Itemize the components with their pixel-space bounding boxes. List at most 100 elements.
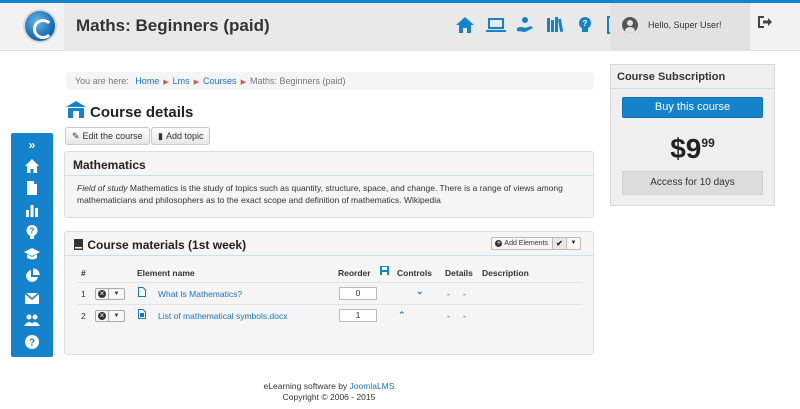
col-name: Element name — [137, 268, 195, 278]
course-title-bar: Maths: Beginners (paid) ? — [64, 3, 658, 51]
breadcrumb-separator: ▶ — [163, 79, 169, 86]
topic-title: Mathematics — [65, 152, 593, 176]
divider — [611, 88, 774, 89]
home-icon[interactable] — [455, 15, 475, 35]
breadcrumb-prefix: You are here: — [75, 76, 129, 86]
price-main: $9 — [670, 133, 702, 164]
row-description: - — [463, 289, 466, 299]
footer: eLearning software by JoomlaLMS Copyrigh… — [64, 381, 594, 403]
books-icon[interactable] — [545, 15, 565, 35]
breadcrumb-current: Maths: Beginners (paid) — [249, 76, 346, 86]
chevron-down-icon[interactable]: ▼ — [109, 288, 125, 300]
col-description: Description — [482, 268, 529, 278]
col-details: Details — [445, 268, 473, 278]
buy-course-button[interactable]: Buy this course — [622, 97, 763, 118]
footer-link[interactable]: JoomlaLMS — [350, 381, 395, 391]
save-order-icon[interactable] — [380, 266, 389, 277]
lightbulb-icon[interactable]: ? — [575, 15, 595, 35]
materials-title: Course materials (1st week) — [87, 238, 247, 252]
book-icon: ▮ — [158, 131, 163, 141]
footer-credit-text: eLearning software by — [263, 381, 350, 391]
table-header-row: # Element name Reorder Controls Details … — [77, 262, 583, 282]
sidebar: » ? ? — [11, 133, 53, 357]
chart-icon[interactable] — [24, 202, 40, 218]
table-row: 1 ▼ What Is Mathematics? 0 ⌄ - - — [77, 282, 583, 304]
topic-description-text: Mathematics is the study of topics such … — [77, 183, 563, 205]
logout-icon[interactable] — [757, 15, 773, 32]
subscription-title: Course Subscription — [617, 71, 726, 83]
col-controls: Controls — [397, 268, 432, 278]
pie-chart-icon[interactable] — [24, 268, 40, 284]
add-elements-label: Add Elements — [504, 240, 548, 247]
add-elements-button[interactable]: + Add Elements — [491, 237, 553, 250]
svg-text:?: ? — [29, 338, 35, 349]
home-icon[interactable] — [24, 158, 40, 174]
row-actions: ▼ — [95, 310, 125, 322]
plus-icon: + — [495, 240, 503, 247]
element-link[interactable]: List of mathematical symbols.docx — [158, 311, 287, 321]
col-reorder: Reorder — [338, 268, 371, 278]
svg-text:?: ? — [583, 19, 588, 28]
price-cents: 99 — [701, 136, 715, 150]
document-icon[interactable] — [24, 180, 40, 196]
logo[interactable] — [23, 9, 57, 43]
materials-panel: Course materials (1st week) + Add Element… — [64, 231, 594, 355]
materials-header: Course materials (1st week) + Add Element… — [65, 232, 593, 256]
breadcrumb: You are here: Home ▶ Lms ▶ Courses ▶ Maths: Be… — [66, 72, 594, 90]
edit-course-button[interactable]: ✎ Edit the course — [65, 127, 150, 145]
chevron-down-icon[interactable]: ▼ — [567, 237, 581, 250]
edit-course-label: Edit the course — [82, 131, 143, 141]
row-num: 1 — [81, 289, 86, 299]
topic-field-label: Field of study — [77, 183, 128, 193]
edit-icon: ✎ — [72, 131, 80, 141]
question-icon[interactable]: ? — [24, 224, 40, 240]
topic-description: Field of study Mathematics is the study … — [65, 176, 593, 212]
table-row: 2 ▼ List of mathematical symbols.docx 1 … — [77, 304, 583, 326]
inbox-icon[interactable] — [24, 290, 40, 306]
row-details: - — [447, 311, 450, 321]
chevron-down-icon[interactable]: ▼ — [109, 310, 125, 322]
row-num: 2 — [81, 311, 86, 321]
document-icon — [138, 287, 146, 299]
price: $999 — [611, 133, 774, 165]
help-icon[interactable]: ? — [24, 334, 40, 350]
materials-table: # Element name Reorder Controls Details … — [77, 262, 583, 326]
add-elements-group: + Add Elements ✔ ▼ — [491, 237, 581, 250]
element-link[interactable]: What Is Mathematics? — [158, 289, 242, 299]
reorder-input[interactable]: 1 — [339, 309, 377, 322]
user-menu[interactable]: Hello, Super User! — [610, 3, 750, 51]
delete-button[interactable] — [95, 288, 109, 300]
hand-coins-icon[interactable] — [515, 15, 535, 35]
breadcrumb-separator: ▶ — [240, 79, 246, 86]
breadcrumb-home[interactable]: Home — [135, 76, 159, 86]
page-title: Maths: Beginners (paid) — [76, 16, 270, 35]
avatar — [622, 17, 638, 33]
book-icon — [73, 238, 87, 252]
svg-text:?: ? — [30, 227, 35, 236]
reorder-input[interactable]: 0 — [339, 287, 377, 300]
breadcrumb-lms[interactable]: Lms — [173, 76, 190, 86]
topic-panel: Mathematics Field of study Mathematics i… — [64, 151, 594, 218]
breadcrumb-courses[interactable]: Courses — [203, 76, 237, 86]
laptop-icon[interactable] — [485, 15, 506, 35]
row-actions: ▼ — [95, 288, 125, 300]
check-icon[interactable]: ✔ — [553, 237, 567, 250]
move-up-button[interactable]: ⌃ — [398, 310, 406, 321]
row-details: - — [447, 289, 450, 299]
word-document-icon — [138, 309, 146, 321]
add-topic-button[interactable]: ▮ Add topic — [151, 127, 211, 145]
school-icon — [66, 100, 86, 120]
users-icon[interactable] — [24, 312, 40, 328]
footer-credit: eLearning software by JoomlaLMS — [64, 381, 594, 392]
move-down-button[interactable]: ⌄ — [416, 286, 424, 297]
access-duration: Access for 10 days — [622, 171, 763, 195]
breadcrumb-separator: ▶ — [193, 79, 200, 86]
row-description: - — [463, 311, 466, 321]
course-details-heading: Course details — [90, 104, 194, 121]
graduation-cap-icon[interactable] — [24, 246, 40, 262]
col-num: # — [81, 268, 86, 278]
delete-button[interactable] — [95, 310, 109, 322]
footer-copyright: Copyright © 2006 - 2015 — [282, 392, 376, 402]
sidebar-toggle[interactable]: » — [11, 138, 53, 152]
add-topic-label: Add topic — [165, 131, 204, 141]
